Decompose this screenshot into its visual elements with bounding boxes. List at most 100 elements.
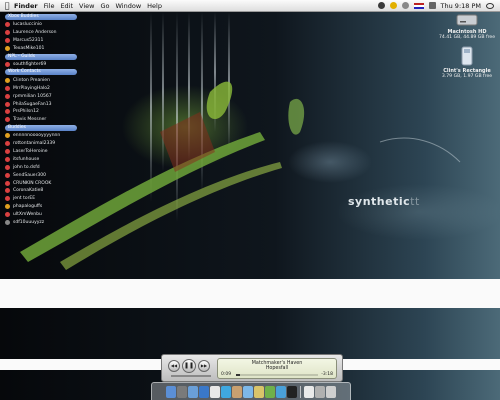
progress-bar[interactable] <box>236 374 318 376</box>
dock-safari-icon[interactable] <box>199 385 209 398</box>
dock-app-store-icon[interactable] <box>304 385 314 398</box>
dock-trash-icon[interactable] <box>326 385 336 398</box>
buddy-list-item[interactable]: itsfunhouse <box>5 155 77 163</box>
buddy-name: Clinton Preanien <box>13 77 50 83</box>
dock-system-preferences-icon[interactable] <box>177 385 187 398</box>
buddy-group-header[interactable]: Work Contacts <box>5 69 77 76</box>
menu-clock[interactable]: Thu 9:18 PM <box>441 2 481 10</box>
buddy-name: PhilaSugaeFan13 <box>13 101 52 107</box>
status-icon <box>5 180 10 186</box>
status-icon <box>5 93 10 99</box>
buddy-name: rottontanimal2339 <box>13 141 56 147</box>
dock-ichat-icon[interactable] <box>221 385 231 398</box>
buddy-name: TexasMike101 <box>13 46 45 52</box>
status-app-icon[interactable] <box>377 2 385 9</box>
menu-go[interactable]: Go <box>100 2 115 10</box>
us-flag-icon[interactable] <box>413 2 424 9</box>
buddy-list-item[interactable]: PrsPhilsn12 <box>5 108 77 116</box>
status-icon <box>5 212 10 218</box>
menu-window[interactable]: Window <box>116 2 148 10</box>
buddy-list-item[interactable]: lucasluccinio <box>5 21 77 29</box>
previous-icon: ◀◀ <box>170 363 178 368</box>
dock-iphoto-icon[interactable] <box>254 385 264 398</box>
dock-separator <box>300 385 301 398</box>
airport-icon[interactable] <box>401 2 409 9</box>
menu-file[interactable]: File <box>44 2 61 10</box>
menu-finder[interactable]: Finder <box>14 2 44 10</box>
usb-drive-icon <box>461 46 473 66</box>
buddy-name: phapaloguffs <box>13 204 43 210</box>
menu-help[interactable]: Help <box>147 2 168 10</box>
buddy-list-item[interactable]: Laurence Anderson <box>5 29 77 37</box>
buddy-list-item[interactable]: sdf10uuuyyzz <box>5 219 77 227</box>
dock-mail-icon[interactable] <box>188 385 198 398</box>
play-pause-button[interactable]: ❚❚ <box>182 359 196 373</box>
buddy-name: john to.dsfd <box>13 164 40 170</box>
desktop-icon-macintosh-hd[interactable]: Macintosh HD 74.41 GB, 44.89 GB free <box>437 13 497 40</box>
buddy-list-item[interactable]: rottontanimal2339 <box>5 140 77 148</box>
buddy-name: southfighter69 <box>13 62 47 67</box>
wallpaper-brand-text: synthetictt <box>348 195 420 208</box>
itunes-mini-player: ◀◀ ❚❚ ▶▶ Matchmaker's Haven Hopesfall 0:… <box>161 354 343 382</box>
status-icon <box>5 22 10 28</box>
dock-network-icon[interactable] <box>276 385 286 398</box>
apple-menu-icon[interactable]:  <box>0 1 14 10</box>
dock-terminal-icon[interactable] <box>287 385 297 398</box>
buddy-list-item[interactable]: TexasMike101 <box>5 45 77 53</box>
dock-address-book-icon[interactable] <box>232 385 242 398</box>
spotlight-icon[interactable] <box>486 2 494 9</box>
status-icon <box>5 101 10 107</box>
volume-icon[interactable] <box>428 2 436 9</box>
buddy-list-item[interactable]: phapaloguffs <box>5 203 77 211</box>
next-track-button[interactable]: ▶▶ <box>198 360 210 372</box>
buddy-list-item[interactable]: LaserToHeroine <box>5 148 77 156</box>
dock-adium-icon[interactable] <box>265 385 275 398</box>
now-playing-display: Matchmaker's Haven Hopesfall 0:09 -3:18 <box>217 358 337 379</box>
buddy-list: Xbox Buddies lucasluccinio Laurence Anders… <box>5 13 77 226</box>
buddy-list-item[interactable]: Clinton Preanien <box>5 76 77 84</box>
dock-textedit-icon[interactable] <box>210 385 220 398</box>
dock-itunes-icon[interactable] <box>243 385 253 398</box>
buddy-list-item[interactable]: john to.dsfd <box>5 163 77 171</box>
buddy-list-item[interactable]: Marcus52311 <box>5 37 77 45</box>
buddy-list-item[interactable]: CRUNKIN CROOK <box>5 179 77 187</box>
menu-bar:  Finder File Edit View Go Window Help T… <box>0 0 500 12</box>
dock-finder-icon[interactable] <box>166 385 176 398</box>
dock-photos-icon[interactable] <box>315 385 325 398</box>
next-icon: ▶▶ <box>200 363 208 368</box>
volume-slider[interactable] <box>171 375 211 377</box>
buddy-list-item[interactable]: MrrPlayingHalo2 <box>5 84 77 92</box>
buddy-list-item[interactable]: ennnnnooooyyyynnn <box>5 132 77 140</box>
buddy-list-item[interactable]: CoronaKatie8 <box>5 187 77 195</box>
desktop-icon-clints-rectangle[interactable]: Clint's Rectangle 3.79 GB, 1.97 GB free <box>437 46 497 79</box>
status-icon <box>5 109 10 115</box>
brand-rest: tt <box>410 195 420 208</box>
menu-view[interactable]: View <box>79 2 100 10</box>
buddy-list-item[interactable]: rpmmilian 10567 <box>5 92 77 100</box>
buddy-list-item[interactable]: Travis Messner <box>5 116 77 124</box>
status-icon <box>5 46 10 52</box>
buddy-name: MrrPlayingHalo2 <box>13 85 50 91</box>
buddy-list-item[interactable]: PhilaSugaeFan13 <box>5 100 77 108</box>
status-icon <box>5 164 10 170</box>
menu-edit[interactable]: Edit <box>60 2 79 10</box>
buddy-group-header[interactable]: Xbox Buddies <box>5 14 77 20</box>
hard-drive-icon <box>456 14 478 26</box>
status-icon <box>5 220 10 226</box>
status-icon <box>5 117 10 123</box>
previous-track-button[interactable]: ◀◀ <box>168 360 180 372</box>
buddy-list-item[interactable]: SendSauer300 <box>5 171 77 179</box>
status-icon <box>5 156 10 162</box>
buddy-list-item[interactable]: ultXmWenbu <box>5 211 77 219</box>
buddy-name: Travis Messner <box>13 117 47 123</box>
buddy-name: itsfunhouse <box>13 156 40 162</box>
status-icon <box>5 77 10 83</box>
buddy-group-header[interactable]: Buddies <box>5 124 77 131</box>
buddy-list-item[interactable]: jent torEE <box>5 195 77 203</box>
buddy-list-item[interactable]: southfighter69 <box>5 61 77 69</box>
buddy-name: lucasluccinio <box>13 22 42 28</box>
status-icon <box>5 204 10 210</box>
buddy-group-header[interactable]: NPL - Guilds <box>5 53 77 60</box>
status-icon <box>5 62 10 67</box>
yellow-status-icon[interactable] <box>389 2 397 9</box>
